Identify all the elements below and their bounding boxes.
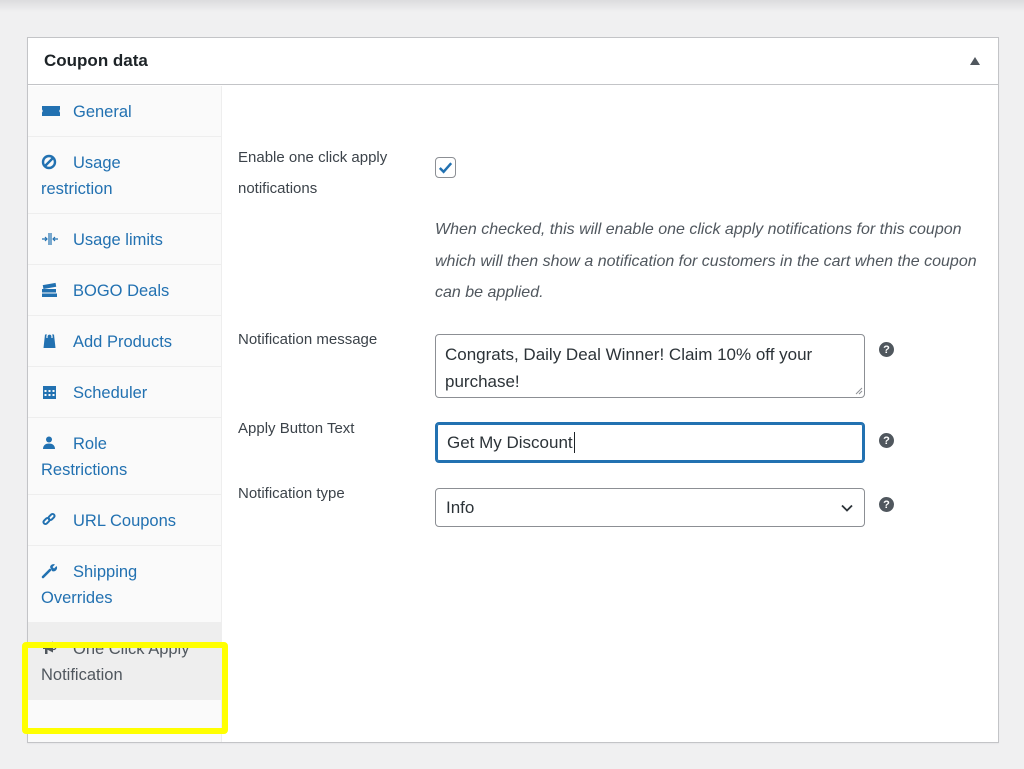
tab-label: Usage (73, 154, 121, 172)
tab-usage-limits[interactable]: Usage limits (28, 214, 221, 265)
megaphone-icon (41, 640, 61, 656)
shopping-bag-icon (41, 333, 61, 349)
notification-message-textarea[interactable]: Congrats, Daily Deal Winner! Claim 10% o… (435, 334, 865, 398)
apply-button-text-input[interactable]: Get My Discount (435, 422, 865, 463)
enable-notifications-description: When checked, this will enable one click… (435, 221, 977, 301)
help-icon[interactable]: ? (879, 342, 894, 357)
no-entry-icon (41, 154, 61, 170)
enable-notifications-label: Enable one click apply notifications (238, 142, 387, 204)
triangle-up-icon[interactable] (970, 57, 980, 65)
tab-label-line2: Overrides (41, 589, 113, 607)
tab-label: One Click Apply (73, 640, 190, 658)
link-icon (41, 512, 61, 528)
tab-label: Add Products (73, 333, 173, 351)
tab-bogo-deals[interactable]: BOGO Deals (28, 265, 221, 316)
tab-role-restrictions[interactable]: Role Restrictions (28, 418, 221, 495)
tab-content: Enable one click apply notifications Whe… (222, 86, 998, 742)
label-line1: Enable one click apply (238, 149, 388, 166)
apply-button-text-label: Apply Button Text (238, 420, 355, 437)
calendar-icon (41, 384, 61, 400)
text-caret (573, 432, 575, 453)
tab-label: Scheduler (73, 384, 148, 402)
wrench-icon (41, 563, 61, 579)
tab-label: Usage limits (73, 231, 163, 249)
chevron-down-icon (841, 504, 853, 512)
user-icon (41, 435, 61, 451)
enable-notifications-checkbox[interactable] (435, 157, 456, 178)
tab-scheduler[interactable]: Scheduler (28, 367, 221, 418)
tab-label-line2: restriction (41, 180, 113, 198)
help-icon[interactable]: ? (879, 433, 894, 448)
checkmark-icon (438, 162, 453, 174)
notification-type-label: Notification type (238, 485, 345, 502)
coupon-tabs: General Usage restriction Usage limits B… (28, 86, 222, 742)
help-icon[interactable]: ? (879, 497, 894, 512)
tab-label: BOGO Deals (73, 282, 170, 300)
tab-label: Role (73, 435, 107, 453)
input-value: Get My Discount (447, 432, 573, 452)
tab-url-coupons[interactable]: URL Coupons (28, 495, 221, 546)
notification-type-select[interactable]: Info (435, 488, 865, 527)
tab-usage-restriction[interactable]: Usage restriction (28, 137, 221, 214)
notification-message-label: Notification message (238, 331, 378, 348)
tab-general[interactable]: General (28, 86, 221, 137)
select-value: Info (446, 497, 475, 517)
page-top-shadow (0, 0, 1024, 12)
tab-label-line2: Notification (41, 666, 123, 684)
arrows-in-icon (41, 231, 61, 247)
panel-header: Coupon data (28, 38, 998, 85)
coupon-data-panel: Coupon data General Usage restriction Us… (27, 37, 999, 743)
tab-label: General (73, 103, 132, 121)
tab-label: URL Coupons (73, 512, 177, 530)
ticket-icon (41, 103, 61, 119)
tab-label: Shipping (73, 563, 138, 581)
tab-one-click-apply-notification[interactable]: One Click Apply Notification (28, 623, 221, 700)
panel-body: General Usage restriction Usage limits B… (28, 86, 998, 742)
stacked-tickets-icon (41, 282, 61, 298)
panel-title: Coupon data (44, 51, 148, 70)
tab-label-line2: Restrictions (41, 461, 128, 479)
tab-add-products[interactable]: Add Products (28, 316, 221, 367)
tab-shipping-overrides[interactable]: Shipping Overrides (28, 546, 221, 623)
label-line2: notifications (238, 180, 318, 197)
